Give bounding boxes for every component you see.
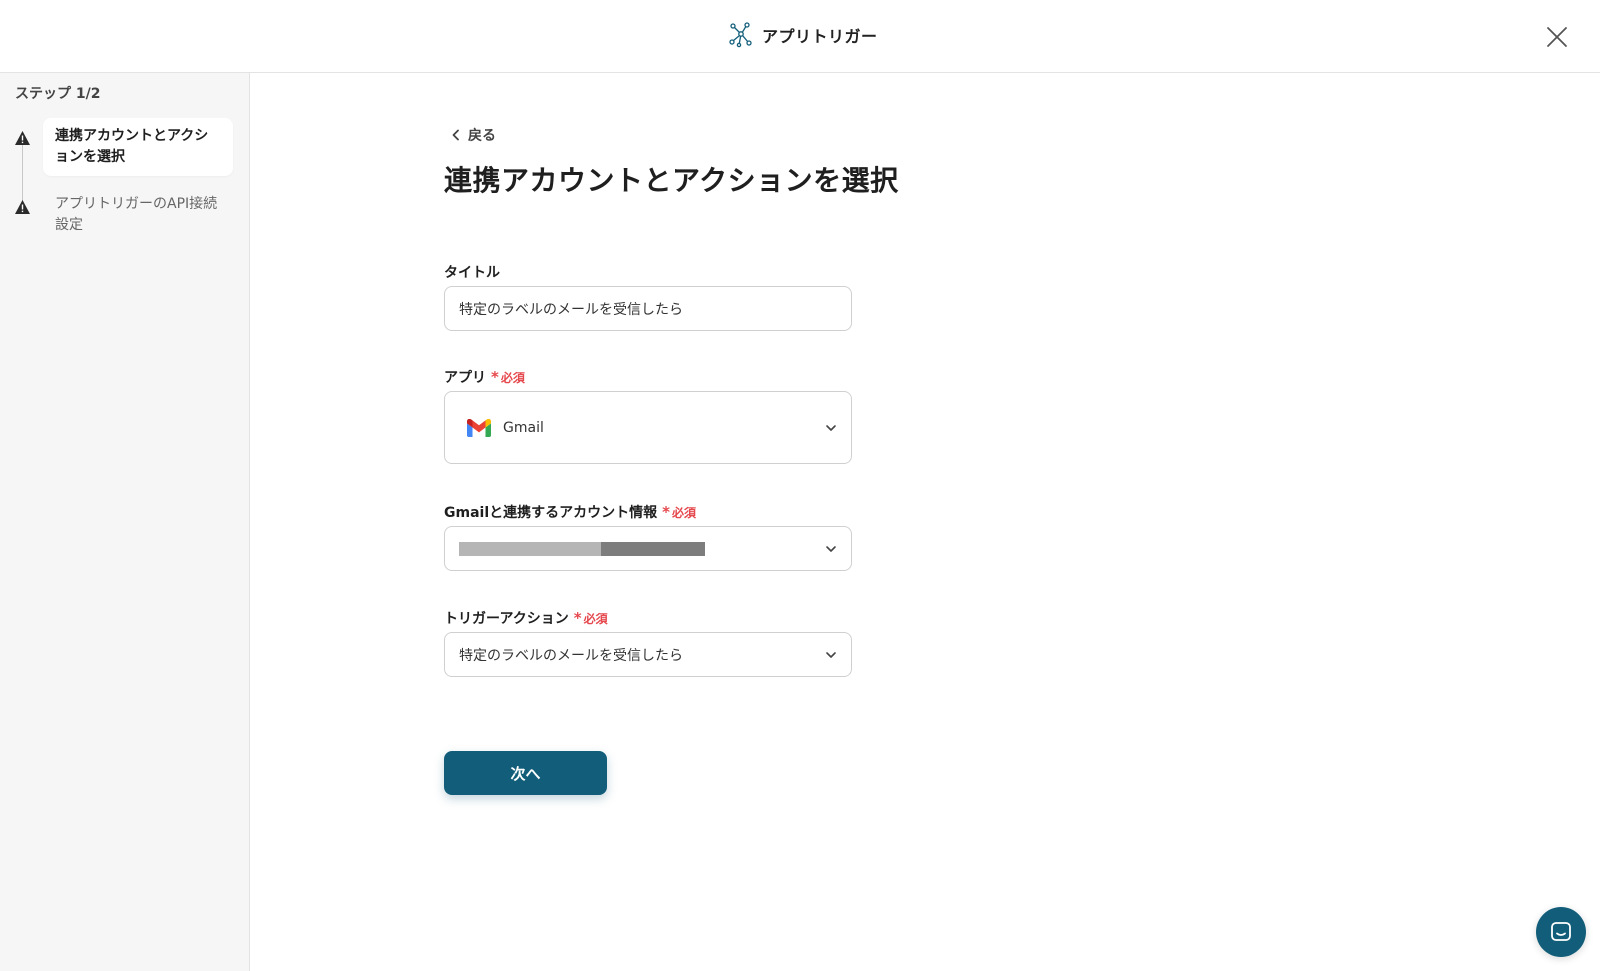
warning-icon	[15, 131, 30, 145]
title-field-label: タイトル	[444, 262, 500, 282]
asterisk-icon: *	[573, 609, 582, 627]
chevron-down-icon	[826, 651, 836, 658]
title-input[interactable]: 特定のラベルのメールを受信したら	[444, 286, 852, 331]
redaction-bar	[459, 541, 601, 556]
back-label: 戻る	[468, 128, 496, 144]
redacted-account-value	[459, 541, 705, 556]
trigger-action-select[interactable]: 特定のラベルのメールを受信したら	[444, 632, 852, 677]
gmail-logo-icon	[467, 418, 491, 437]
chevron-left-icon	[452, 129, 459, 141]
app-title: アプリトリガー	[762, 27, 878, 46]
trigger-select-value: 特定のラベルのメールを受信したら	[459, 647, 683, 664]
required-badge: * 必須	[662, 503, 696, 521]
step-item-api-settings[interactable]: アプリトリガーのAPI接続設定	[43, 186, 233, 244]
step-connector-line	[22, 145, 23, 207]
required-text: 必須	[500, 370, 525, 385]
network-nodes-icon	[729, 22, 752, 48]
required-text: 必須	[671, 505, 696, 520]
asterisk-icon: *	[491, 368, 499, 386]
app-label-text: アプリ	[444, 370, 486, 386]
trigger-field-label: トリガーアクション * 必須	[444, 608, 608, 628]
steps-sidebar: ステップ 1/2 連携アカウントとアクションを選択 アプリトリガーのAPI接続設…	[0, 73, 250, 971]
app-select[interactable]: Gmail	[444, 391, 852, 464]
brand: アプリトリガー	[728, 22, 878, 48]
chevron-down-icon	[826, 424, 836, 431]
required-badge: * 必須	[491, 368, 525, 386]
account-label-text: Gmailと連携するアカウント情報	[444, 505, 658, 521]
chat-launcher-button[interactable]	[1536, 907, 1586, 957]
main-content: 戻る 連携アカウントとアクションを選択 タイトル 特定のラベルのメールを受信した…	[250, 73, 1600, 971]
next-button[interactable]: 次へ	[444, 751, 607, 795]
account-select[interactable]	[444, 526, 852, 571]
asterisk-icon: *	[662, 503, 670, 521]
step-progress-label: ステップ 1/2	[15, 86, 101, 102]
step-item-label: 連携アカウントとアクションを選択	[55, 128, 209, 165]
account-field-label: Gmailと連携するアカウント情報 * 必須	[444, 502, 696, 522]
required-text: 必須	[583, 611, 608, 626]
step-item-select-account[interactable]: 連携アカウントとアクションを選択	[43, 118, 233, 176]
title-input-value: 特定のラベルのメールを受信したら	[459, 301, 683, 318]
title-label-text: タイトル	[444, 265, 500, 281]
warning-icon	[15, 200, 30, 214]
redaction-bar	[601, 541, 705, 556]
step-item-label: アプリトリガーのAPI接続設定	[55, 196, 218, 233]
close-icon[interactable]	[1544, 24, 1570, 50]
app-field-label: アプリ * 必須	[444, 367, 525, 387]
top-bar: アプリトリガー	[0, 0, 1600, 73]
chat-icon	[1551, 922, 1571, 941]
required-badge: * 必須	[574, 609, 608, 627]
app-select-value: Gmail	[503, 419, 544, 436]
back-link[interactable]: 戻る	[450, 125, 496, 145]
chevron-down-icon	[826, 545, 836, 552]
page-title: 連携アカウントとアクションを選択	[444, 164, 899, 197]
trigger-label-text: トリガーアクション	[444, 611, 569, 627]
